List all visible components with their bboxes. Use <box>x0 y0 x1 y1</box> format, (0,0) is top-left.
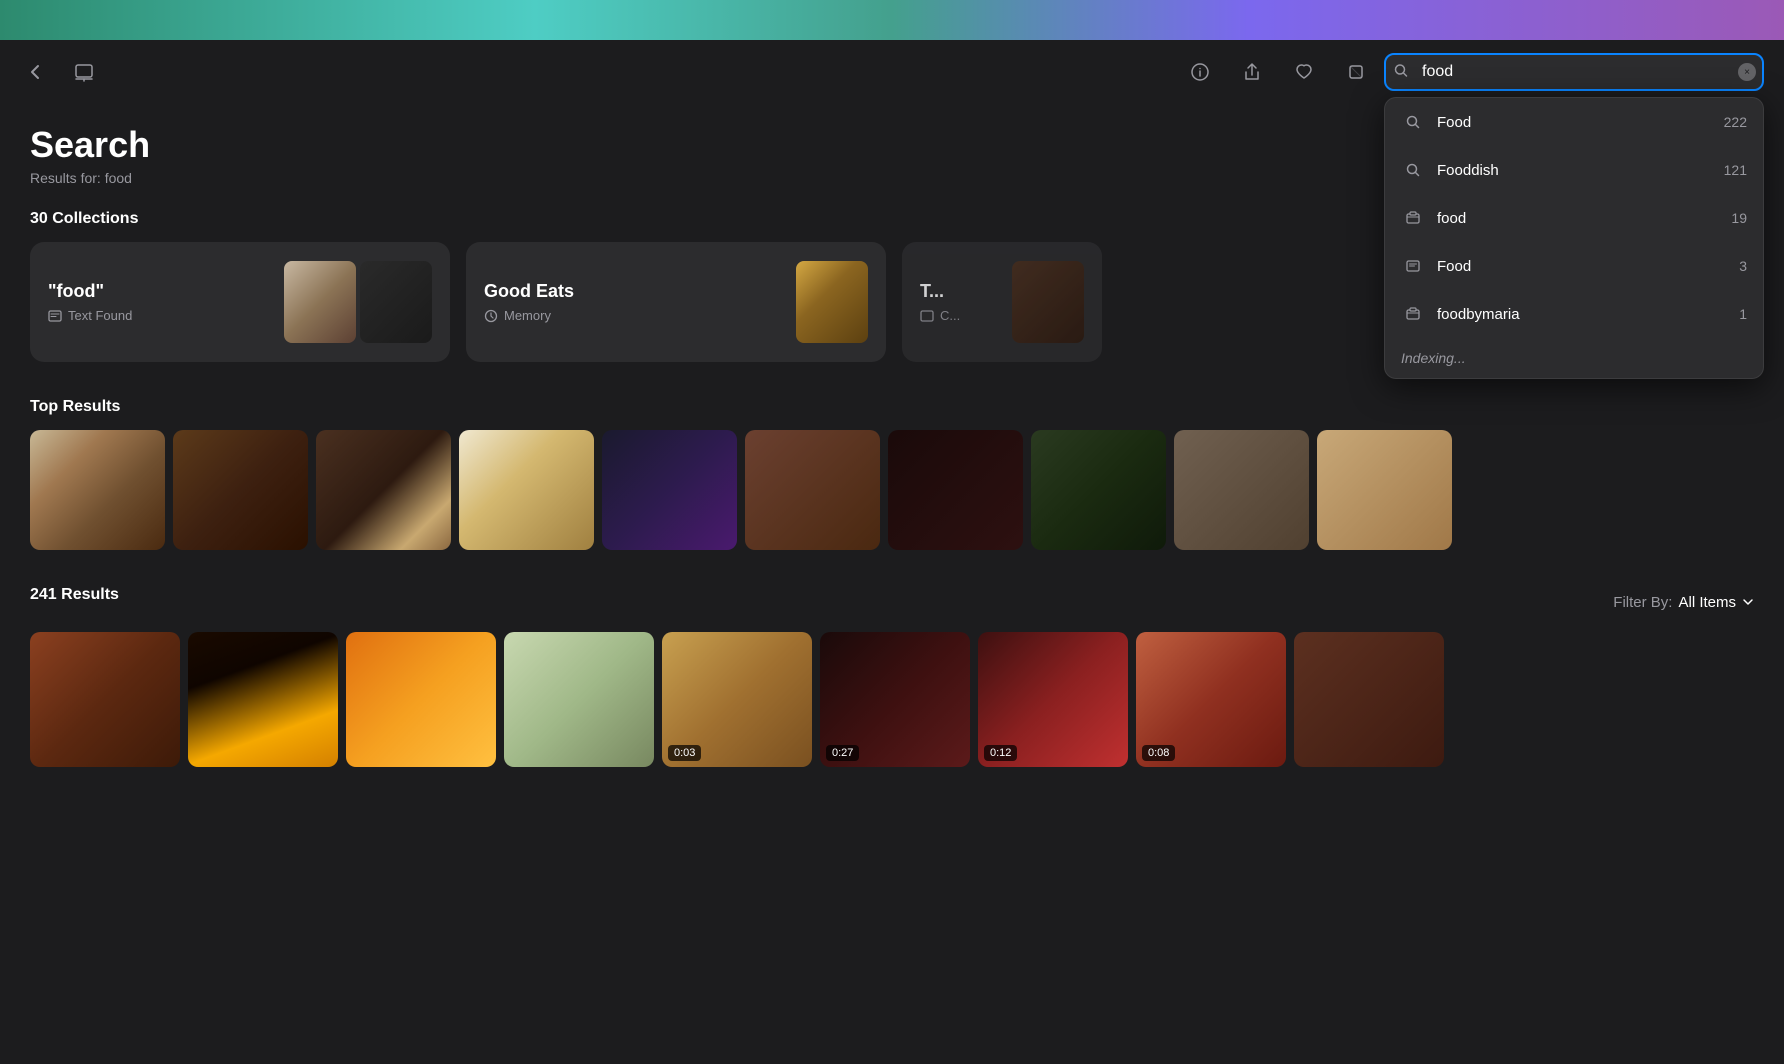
dropdown-item-fooddish[interactable]: Fooddish 121 <box>1385 146 1763 194</box>
share-button[interactable] <box>1236 56 1268 88</box>
toolbar-right <box>1184 56 1372 88</box>
search-input[interactable]: food <box>1384 53 1764 91</box>
video-duration-badge: 0:12 <box>984 745 1017 761</box>
top-result-photo[interactable] <box>1317 430 1452 550</box>
collection-type: Memory <box>484 308 574 323</box>
top-result-photo[interactable] <box>1174 430 1309 550</box>
top-result-photo[interactable] <box>602 430 737 550</box>
collection-card-good-eats[interactable]: Good Eats Memory <box>466 242 886 362</box>
chevron-down-icon <box>1742 596 1754 608</box>
rotate-button[interactable] <box>1340 56 1372 88</box>
top-result-photo[interactable] <box>173 430 308 550</box>
collection-name: Good Eats <box>484 281 574 302</box>
collection-card-third[interactable]: T... C... <box>902 242 1102 362</box>
top-result-photo[interactable] <box>30 430 165 550</box>
collection-type: C... <box>920 308 960 323</box>
result-photo[interactable] <box>188 632 338 767</box>
result-photo[interactable] <box>1294 632 1444 767</box>
result-photo[interactable]: 0:08 <box>1136 632 1286 767</box>
dropdown-item-label: Food <box>1437 258 1739 275</box>
all-results-grid: 0:03 0:27 0:12 0:08 <box>30 632 1754 767</box>
slideshow-button[interactable] <box>68 56 100 88</box>
top-result-photo[interactable] <box>459 430 594 550</box>
collection-type: Text Found <box>48 308 132 323</box>
collection-info: T... C... <box>920 281 960 323</box>
collection-thumb <box>360 261 432 343</box>
collection-name: T... <box>920 281 960 302</box>
video-duration-badge: 0:27 <box>826 745 859 761</box>
search-result-icon <box>1401 158 1425 182</box>
search-result-icon <box>1401 110 1425 134</box>
toolbar: food × Food 222 <box>0 40 1784 104</box>
result-photo[interactable] <box>504 632 654 767</box>
dropdown-item-label: food <box>1437 210 1731 227</box>
result-photo[interactable]: 0:27 <box>820 632 970 767</box>
top-result-photo[interactable] <box>888 430 1023 550</box>
collection-thumbnails <box>1012 261 1084 343</box>
collection-thumb <box>284 261 356 343</box>
dropdown-item-food-text[interactable]: Food 3 <box>1385 242 1763 290</box>
search-icon <box>1394 64 1408 81</box>
collection-info: Good Eats Memory <box>484 281 574 323</box>
dropdown-item-food[interactable]: Food 222 <box>1385 98 1763 146</box>
dropdown-item-count: 3 <box>1739 258 1747 274</box>
favorite-button[interactable] <box>1288 56 1320 88</box>
collection-thumb <box>796 261 868 343</box>
dropdown-item-count: 121 <box>1724 162 1747 178</box>
collection-name: "food" <box>48 281 132 302</box>
dropdown-item-count: 19 <box>1731 210 1747 226</box>
top-result-photo[interactable] <box>1031 430 1166 550</box>
filter-label: Filter By: <box>1613 594 1672 611</box>
dropdown-item-foodbymaria[interactable]: foodbymaria 1 <box>1385 290 1763 338</box>
top-results-section-title: Top Results <box>30 398 1754 416</box>
result-photo[interactable] <box>30 632 180 767</box>
dropdown-item-food-collection[interactable]: food 19 <box>1385 194 1763 242</box>
collection-icon <box>1401 206 1425 230</box>
dropdown-item-label: foodbymaria <box>1437 306 1739 323</box>
results-header: 241 Results Filter By: All Items <box>30 586 1754 618</box>
video-duration-badge: 0:08 <box>1142 745 1175 761</box>
video-duration-badge: 0:03 <box>668 745 701 761</box>
top-result-photo[interactable] <box>316 430 451 550</box>
search-dropdown: Food 222 Fooddish 121 <box>1384 97 1764 379</box>
result-photo[interactable]: 0:12 <box>978 632 1128 767</box>
back-button[interactable] <box>20 56 52 88</box>
search-container: food × Food 222 <box>1384 53 1764 91</box>
result-photo[interactable]: 0:03 <box>662 632 812 767</box>
collection-icon <box>1401 302 1425 326</box>
dropdown-item-label: Fooddish <box>1437 162 1724 179</box>
text-icon <box>1401 254 1425 278</box>
indexing-status: Indexing... <box>1385 338 1763 378</box>
all-results-section-title: 241 Results <box>30 586 119 604</box>
collection-info: "food" Text Found <box>48 281 132 323</box>
dropdown-item-count: 1 <box>1739 306 1747 322</box>
info-button[interactable] <box>1184 56 1216 88</box>
top-result-photo[interactable] <box>745 430 880 550</box>
toolbar-left <box>20 56 100 88</box>
search-clear-button[interactable]: × <box>1738 63 1756 81</box>
collection-thumbnails <box>284 261 432 343</box>
result-photo[interactable] <box>346 632 496 767</box>
filter-value: All Items <box>1678 594 1736 611</box>
top-results-grid <box>30 430 1754 550</box>
collection-thumbnails <box>796 261 868 343</box>
dropdown-item-label: Food <box>1437 114 1724 131</box>
collection-thumb <box>1012 261 1084 343</box>
dropdown-item-count: 222 <box>1724 114 1747 130</box>
filter-button[interactable]: Filter By: All Items <box>1613 594 1754 611</box>
collection-card-food-text[interactable]: "food" Text Found <box>30 242 450 362</box>
